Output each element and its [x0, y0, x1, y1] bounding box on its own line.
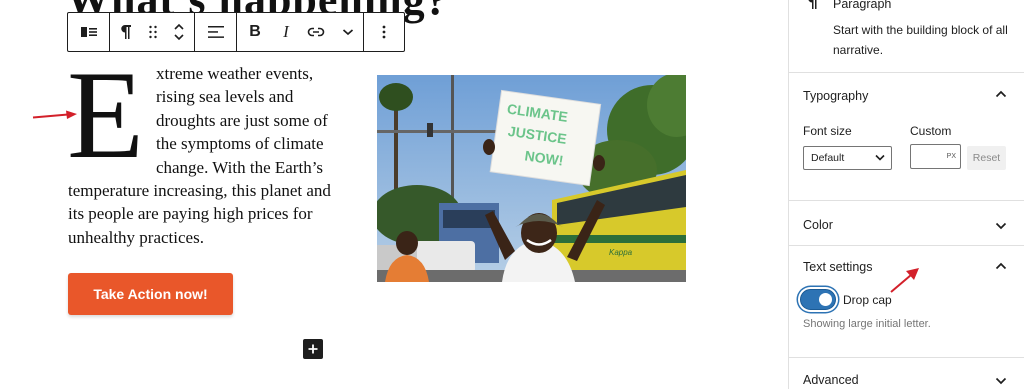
- annotation-arrow-icon: [32, 110, 77, 119]
- font-size-label: Font size: [803, 124, 852, 138]
- paragraph-icon: [808, 0, 817, 9]
- plus-icon: [308, 344, 318, 354]
- align-icon: [207, 26, 224, 38]
- move-up-down-icon: [174, 23, 184, 41]
- block-card-title: Paragraph: [833, 0, 892, 11]
- custom-font-size-input[interactable]: [913, 147, 947, 166]
- toolbar-group-align: [195, 13, 237, 51]
- toolbar-group-options: [364, 13, 404, 51]
- climate-protest-image[interactable]: Kappa CLIMATE JUSTICE NOW!: [377, 75, 686, 282]
- advanced-panel: Advanced: [789, 358, 1024, 389]
- typography-panel-toggle[interactable]: Typography: [789, 73, 1024, 119]
- color-panel-title: Color: [803, 218, 833, 232]
- font-size-select-value: Default: [811, 152, 845, 164]
- align-button[interactable]: [195, 13, 236, 51]
- drop-cap-label[interactable]: Drop cap: [843, 293, 892, 307]
- chevron-down-icon: [875, 154, 885, 161]
- chevron-up-icon: [995, 90, 1007, 98]
- reset-button[interactable]: Reset: [967, 146, 1006, 170]
- custom-font-size-field[interactable]: PX: [910, 144, 961, 169]
- advanced-panel-toggle[interactable]: Advanced: [789, 358, 1024, 389]
- more-rich-text-button[interactable]: [333, 13, 363, 51]
- options-icon: [382, 25, 386, 39]
- bold-icon: B: [249, 23, 261, 40]
- photo-illustration: Kappa CLIMATE JUSTICE NOW!: [377, 75, 686, 282]
- link-button[interactable]: [299, 13, 333, 51]
- color-panel: Color: [789, 201, 1024, 246]
- text-settings-panel-title: Text settings: [803, 260, 873, 274]
- block-inserter-button[interactable]: [303, 339, 323, 359]
- chevron-down-icon: [995, 222, 1007, 230]
- block-card-description: Start with the building block of all nar…: [833, 23, 1008, 57]
- typography-panel-title: Typography: [803, 89, 869, 103]
- chevron-down-icon: [995, 377, 1007, 385]
- editor-canvas: What's happening? B: [0, 0, 788, 389]
- unit-label: PX: [946, 153, 956, 160]
- drag-handle-button[interactable]: [142, 13, 164, 51]
- drop-cap-toggle[interactable]: [800, 289, 836, 310]
- color-panel-toggle[interactable]: Color: [789, 201, 1024, 246]
- italic-button[interactable]: I: [273, 13, 299, 51]
- block-type-icon: [80, 27, 97, 37]
- bus-text: Kappa: [609, 248, 633, 257]
- chevron-up-icon: [995, 262, 1007, 270]
- options-button[interactable]: [364, 13, 404, 51]
- move-up-down-buttons[interactable]: [164, 13, 194, 51]
- more-rich-text-icon: [342, 29, 354, 36]
- font-size-select[interactable]: Default: [803, 146, 892, 170]
- drop-cap-help-text: Showing large initial letter.: [803, 318, 931, 330]
- advanced-panel-title: Advanced: [803, 373, 859, 387]
- block-card: Paragraph Start with the building block …: [789, 0, 1024, 73]
- take-action-button[interactable]: Take Action now!: [68, 273, 233, 315]
- paragraph-icon: [121, 25, 131, 39]
- link-icon: [307, 27, 325, 37]
- toggle-knob: [819, 293, 832, 306]
- drop-cap-letter: E: [67, 46, 144, 185]
- settings-sidebar: Paragraph Start with the building block …: [788, 0, 1024, 389]
- toolbar-group-format: B I: [237, 13, 364, 51]
- annotation-arrow-icon: [890, 268, 919, 293]
- custom-size-label: Custom: [910, 124, 952, 138]
- bold-button[interactable]: B: [237, 13, 273, 51]
- italic-icon: I: [283, 22, 289, 41]
- paragraph-block[interactable]: Extreme weather events, rising sea level…: [67, 46, 340, 249]
- drag-handle-icon: [149, 25, 157, 39]
